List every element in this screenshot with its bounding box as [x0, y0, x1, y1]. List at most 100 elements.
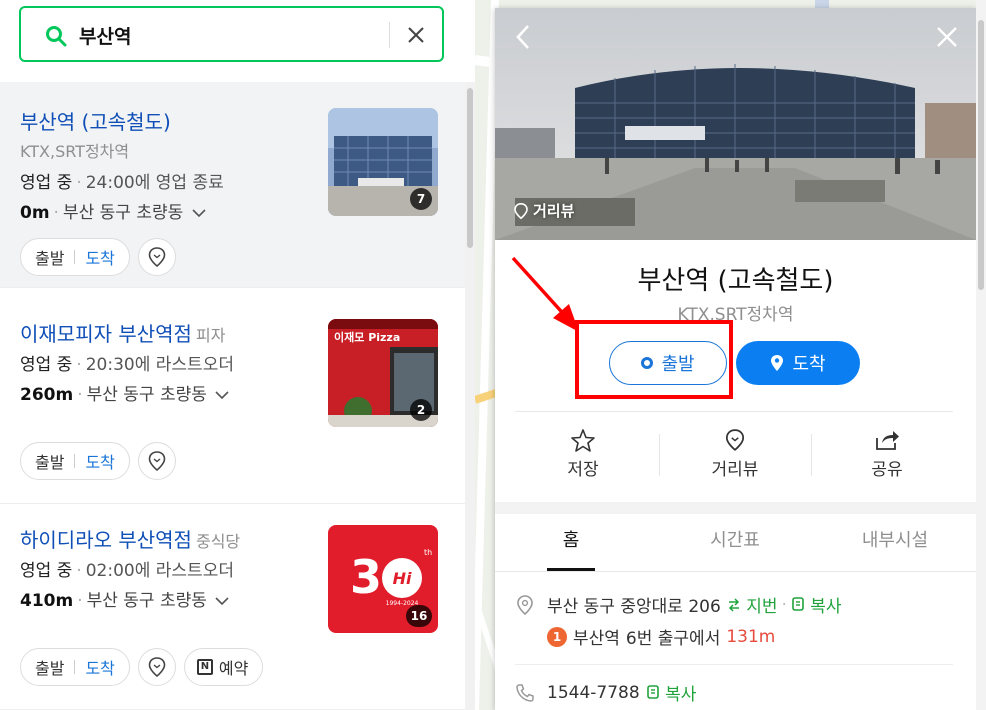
result-title[interactable]: 부산역 (고속철도) [20, 110, 171, 134]
route-pill: 출발 도착 [20, 238, 130, 276]
address-text: 부산 동구 중앙대로 206 [547, 597, 721, 617]
result-actions: 출발 도착 [20, 238, 176, 276]
arrive-link[interactable]: 도착 [85, 449, 114, 473]
search-input[interactable] [79, 21, 379, 49]
share-label: 공유 [871, 460, 903, 480]
street-view-button[interactable] [137, 238, 176, 276]
subway-line-badge: 1 [547, 626, 567, 647]
result-distance-row[interactable]: 410m · 부산 동구 초량동 [20, 586, 230, 611]
street-view-pin-icon [148, 451, 166, 472]
street-view-action[interactable]: 거리뷰 [659, 428, 811, 486]
result-category: 중식당 [195, 532, 241, 551]
clear-search-icon[interactable] [401, 20, 431, 50]
back-arrow-icon[interactable] [509, 22, 539, 52]
tab-home[interactable]: 홈 [495, 526, 651, 552]
svg-text:3: 3 [350, 550, 382, 604]
exit-text: 6번 출구에서 [625, 629, 721, 649]
street-view-button[interactable] [137, 442, 176, 480]
result-thumbnail[interactable]: 이재모 Pizza 2 [328, 319, 438, 427]
search-bar [0, 0, 475, 82]
route-pill: 출발 도착 [20, 648, 130, 686]
depart-link[interactable]: 출발 [35, 245, 64, 269]
results-scrollbar[interactable] [465, 82, 475, 710]
arrive-link[interactable]: 도착 [85, 245, 114, 269]
naver-booking-icon: N [196, 659, 213, 675]
photo-count: 16 [406, 605, 432, 627]
result-distance: 0m [20, 203, 50, 223]
chevron-down-icon [192, 209, 206, 218]
save-action[interactable]: 저장 [507, 428, 659, 486]
search-box[interactable] [19, 6, 444, 62]
swap-icon [728, 598, 739, 612]
copy-phone-button[interactable]: 복사 [646, 680, 696, 705]
result-list: 부산역 (고속철도) KTX,SRT정차역 영업 중 · 24:00에 영업 종료 … [0, 82, 475, 710]
tab-timetable[interactable]: 시간표 [655, 526, 815, 552]
phone-icon [516, 683, 534, 702]
depart-link[interactable]: 출발 [35, 449, 64, 473]
result-subname: KTX,SRT정차역 [20, 142, 130, 161]
result-thumbnail[interactable]: 3 Hi th 1994-2024 16 [328, 525, 438, 633]
copy-icon [646, 685, 659, 699]
open-time: 20:30에 라스트오더 [85, 355, 234, 375]
search-icon [46, 26, 67, 47]
copy-address-label: 복사 [810, 597, 842, 617]
tab-facilities[interactable]: 내부시설 [815, 526, 975, 552]
result-status: 영업 중 · 24:00에 영업 종료 [20, 173, 224, 193]
result-item-haidilao[interactable]: 하이디라오 부산역점 중식당 영업 중 · 02:00에 라스트오더 410m · 부산 … [0, 504, 470, 710]
route-pill: 출발 도착 [20, 442, 130, 480]
open-time: 02:00에 라스트오더 [85, 561, 234, 581]
close-icon[interactable] [932, 22, 962, 52]
street-view-label[interactable]: 거리뷰 [513, 200, 574, 221]
result-title-row: 하이디라오 부산역점 중식당 [20, 524, 240, 553]
open-state: 영업 중 [20, 173, 73, 193]
open-time: 24:00에 영업 종료 [85, 173, 224, 193]
street-view-action-label: 거리뷰 [711, 460, 759, 480]
arrive-label: 도착 [792, 354, 826, 375]
detail-scroll-thumb[interactable] [978, 20, 984, 290]
svg-text:th: th [424, 548, 432, 557]
result-title[interactable]: 하이디라오 부산역점 [20, 528, 192, 552]
result-distance-row[interactable]: 0m · 부산 동구 초량동 [20, 198, 207, 223]
result-distance-row[interactable]: 260m · 부산 동구 초량동 [20, 380, 230, 405]
copy-address-button[interactable]: 복사 [791, 592, 842, 617]
result-item-busan-station[interactable]: 부산역 (고속철도) KTX,SRT정차역 영업 중 · 24:00에 영업 종료 … [0, 82, 470, 288]
copy-icon [792, 597, 804, 611]
result-distance: 260m [20, 385, 74, 405]
share-icon [876, 431, 899, 450]
result-area: 부산 동구 초량동 [62, 203, 184, 223]
exit-station: 부산역 [573, 629, 620, 649]
result-distance: 410m [20, 591, 74, 611]
result-category: 피자 [195, 326, 226, 345]
result-title-row: 이재모피자 부산역점 피자 [20, 318, 225, 347]
result-actions: 출발 도착 N 예약 [20, 648, 264, 686]
result-thumbnail[interactable]: 7 [328, 108, 438, 216]
street-view-pin-icon [725, 429, 745, 451]
street-view-button[interactable] [137, 648, 176, 686]
section-gap [495, 502, 976, 514]
result-title[interactable]: 이재모피자 부산역점 [20, 322, 192, 346]
address-row: 부산 동구 중앙대로 206 지번 · 복사 [515, 592, 842, 617]
result-status: 영업 중 · 02:00에 라스트오더 [20, 561, 234, 581]
street-view-preview[interactable]: 거리뷰 [495, 8, 976, 240]
save-label: 저장 [567, 460, 599, 480]
result-status: 영업 중 · 20:30에 라스트오더 [20, 355, 234, 375]
subway-exit-row: 1 부산역 6번 출구에서 131m [547, 624, 775, 649]
arrive-button[interactable]: 도착 [736, 341, 860, 385]
results-scroll-thumb[interactable] [467, 88, 473, 248]
share-action[interactable]: 공유 [811, 428, 963, 486]
annotation-arrow [511, 256, 579, 332]
depart-link[interactable]: 출발 [35, 655, 64, 679]
result-actions: 출발 도착 [20, 442, 176, 480]
jibun-label: 지번 [746, 597, 778, 617]
street-view-pin-icon [148, 247, 166, 268]
arrive-link[interactable]: 도착 [85, 655, 114, 679]
jibun-toggle[interactable]: 지번 [727, 592, 778, 617]
street-view-text: 거리뷰 [533, 202, 575, 220]
result-area: 부산 동구 초량동 [86, 385, 207, 405]
divider [495, 571, 976, 572]
phone-number[interactable]: 1544-7788 [547, 683, 640, 703]
detail-scrollbar[interactable] [976, 0, 986, 710]
reserve-button[interactable]: N 예약 [183, 648, 264, 686]
result-item-pizza[interactable]: 이재모피자 부산역점 피자 영업 중 · 20:30에 라스트오더 260m · 부산 동… [0, 298, 470, 504]
chevron-down-icon [215, 597, 229, 606]
